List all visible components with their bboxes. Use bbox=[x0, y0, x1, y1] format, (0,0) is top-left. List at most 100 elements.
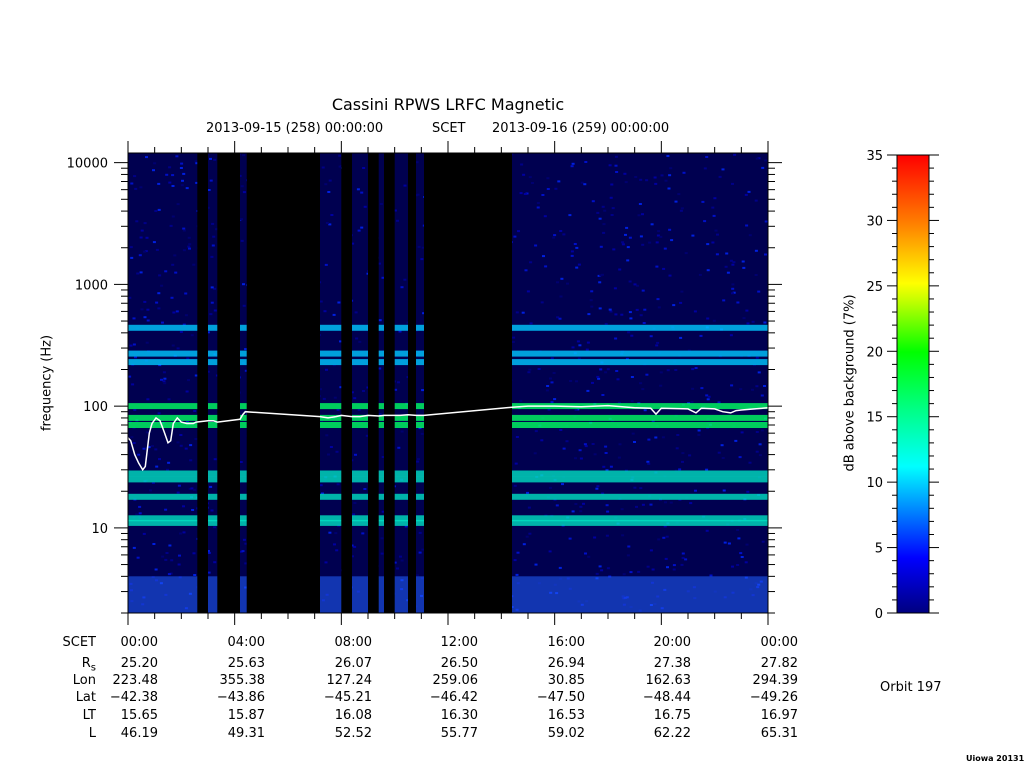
noise-cell bbox=[177, 563, 181, 566]
ephemeris-cell-lon: 294.39 bbox=[752, 673, 799, 688]
noise-cell bbox=[694, 489, 697, 492]
noise-cell bbox=[611, 207, 615, 210]
noise-cell bbox=[745, 309, 749, 312]
noise-cell bbox=[421, 548, 425, 551]
noise-cell bbox=[601, 394, 605, 396]
noise-cell bbox=[151, 445, 154, 447]
noise-cell bbox=[584, 445, 588, 448]
noise-cell bbox=[633, 486, 637, 489]
noise-cell bbox=[176, 347, 180, 350]
noise-cell bbox=[321, 166, 325, 169]
noise-cell bbox=[210, 286, 214, 289]
noise-cell bbox=[747, 190, 751, 193]
colorbar-tick-label: 25 bbox=[866, 280, 883, 295]
noise-cell bbox=[132, 546, 136, 549]
noise-cell bbox=[179, 532, 183, 535]
noise-cell bbox=[137, 453, 141, 456]
noise-cell bbox=[155, 248, 159, 251]
noise-cell bbox=[608, 164, 612, 167]
noise-cell bbox=[525, 535, 529, 538]
noise-cell bbox=[133, 409, 137, 411]
noise-cell bbox=[678, 468, 682, 471]
noise-cell bbox=[705, 529, 709, 532]
noise-cell bbox=[582, 502, 585, 505]
y-tick-label: 100 bbox=[83, 400, 108, 415]
noise-cell bbox=[668, 174, 672, 177]
noise-cell bbox=[620, 508, 624, 511]
noise-cell bbox=[754, 249, 758, 252]
noise-cell bbox=[674, 369, 678, 371]
noise-cell bbox=[684, 558, 688, 561]
noise-cell bbox=[655, 265, 659, 268]
ephemeris-cell-rs: 27.82 bbox=[760, 656, 798, 671]
y-tick-label: 1000 bbox=[75, 278, 108, 293]
noise-cell bbox=[764, 220, 768, 223]
noise-cell bbox=[164, 270, 168, 273]
noise-cell bbox=[664, 501, 667, 504]
noise-cell bbox=[630, 334, 634, 337]
noise-cell bbox=[641, 503, 645, 506]
noise-cell bbox=[240, 239, 244, 242]
noise-cell bbox=[399, 555, 402, 558]
noise-cell bbox=[703, 167, 707, 170]
noise-cell bbox=[758, 454, 762, 457]
noise-cell bbox=[145, 236, 149, 239]
noise-cell bbox=[324, 183, 328, 186]
noise-cell bbox=[207, 551, 211, 554]
noise-cell bbox=[679, 209, 683, 212]
noise-cell bbox=[657, 230, 661, 233]
noise-cell bbox=[242, 191, 246, 194]
noise-cell bbox=[602, 223, 606, 226]
noise-cell bbox=[527, 371, 531, 374]
noise-cell bbox=[167, 398, 171, 401]
noise-cell bbox=[546, 188, 550, 190]
noise-cell bbox=[562, 233, 566, 236]
noise-cell bbox=[209, 179, 213, 182]
ephemeris-cell-l: 52.52 bbox=[334, 726, 372, 741]
noise-cell bbox=[553, 398, 557, 401]
noise-cell bbox=[590, 290, 594, 293]
ephemeris-cell-lat: −47.50 bbox=[536, 690, 585, 705]
noise-cell bbox=[707, 395, 711, 398]
noise-cell bbox=[333, 396, 337, 399]
noise-cell bbox=[171, 263, 175, 266]
noise-cell bbox=[605, 534, 609, 537]
noise-cell bbox=[161, 555, 165, 558]
noise-cell bbox=[400, 559, 404, 562]
noise-cell bbox=[153, 162, 157, 165]
noise-cell bbox=[184, 447, 188, 450]
noise-cell bbox=[614, 337, 618, 340]
noise-cell bbox=[591, 381, 594, 384]
noise-cell bbox=[138, 512, 142, 515]
noise-cell bbox=[574, 408, 578, 411]
noise-cell bbox=[641, 388, 645, 391]
noise-cell bbox=[524, 269, 528, 272]
noise-cell bbox=[534, 563, 538, 566]
noise-cell bbox=[642, 322, 646, 324]
colorbar-tick-label: 10 bbox=[866, 476, 883, 491]
noise-cell bbox=[630, 400, 634, 403]
noise-cell bbox=[139, 271, 143, 274]
noise-cell bbox=[646, 565, 650, 568]
noise-cell bbox=[194, 160, 198, 163]
ephemeris-cell-scet: 12:00 bbox=[440, 635, 478, 650]
noise-cell bbox=[736, 564, 740, 566]
noise-cell bbox=[736, 529, 740, 531]
noise-cell bbox=[576, 340, 580, 343]
noise-cell bbox=[131, 383, 135, 386]
noise-cell bbox=[731, 283, 735, 286]
noise-cell bbox=[568, 537, 572, 540]
noise-cell bbox=[722, 489, 726, 492]
noise-cell bbox=[553, 234, 557, 237]
noise-cell bbox=[319, 300, 323, 303]
noise-cell bbox=[746, 490, 750, 493]
noise-cell bbox=[157, 412, 161, 415]
noise-cell bbox=[593, 453, 597, 456]
noise-cell bbox=[180, 184, 184, 187]
noise-cell bbox=[155, 301, 159, 304]
noise-cell bbox=[189, 459, 193, 462]
ephemeris-cell-rs: 26.50 bbox=[440, 656, 478, 671]
noise-cell bbox=[378, 319, 382, 322]
noise-cell bbox=[649, 503, 653, 506]
noise-cell bbox=[163, 382, 167, 385]
